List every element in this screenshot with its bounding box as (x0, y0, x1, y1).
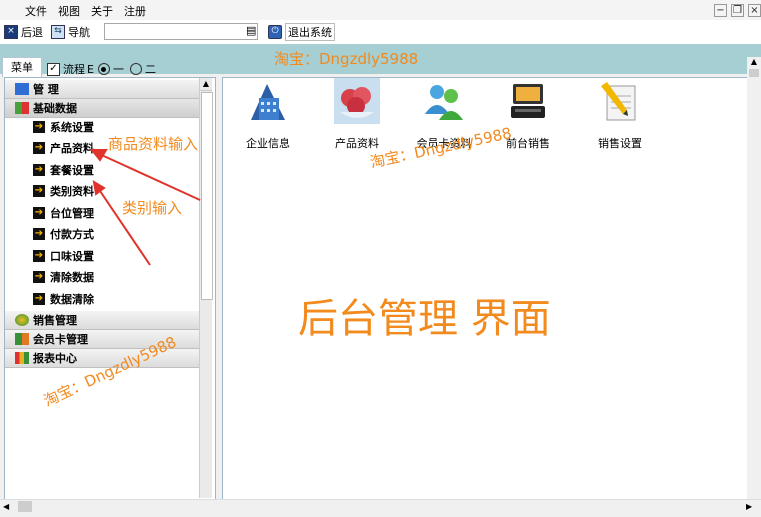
annotation-arrows (89, 149, 201, 266)
note-product-input: 商品资料输入 (108, 135, 199, 153)
arrow-to-product (94, 151, 201, 201)
overlay-title: 后台管理 界面 (298, 296, 551, 342)
watermark-top: 淘宝：Dngzdly5988 (274, 50, 419, 68)
note-category-input: 类别输入 (122, 199, 183, 217)
